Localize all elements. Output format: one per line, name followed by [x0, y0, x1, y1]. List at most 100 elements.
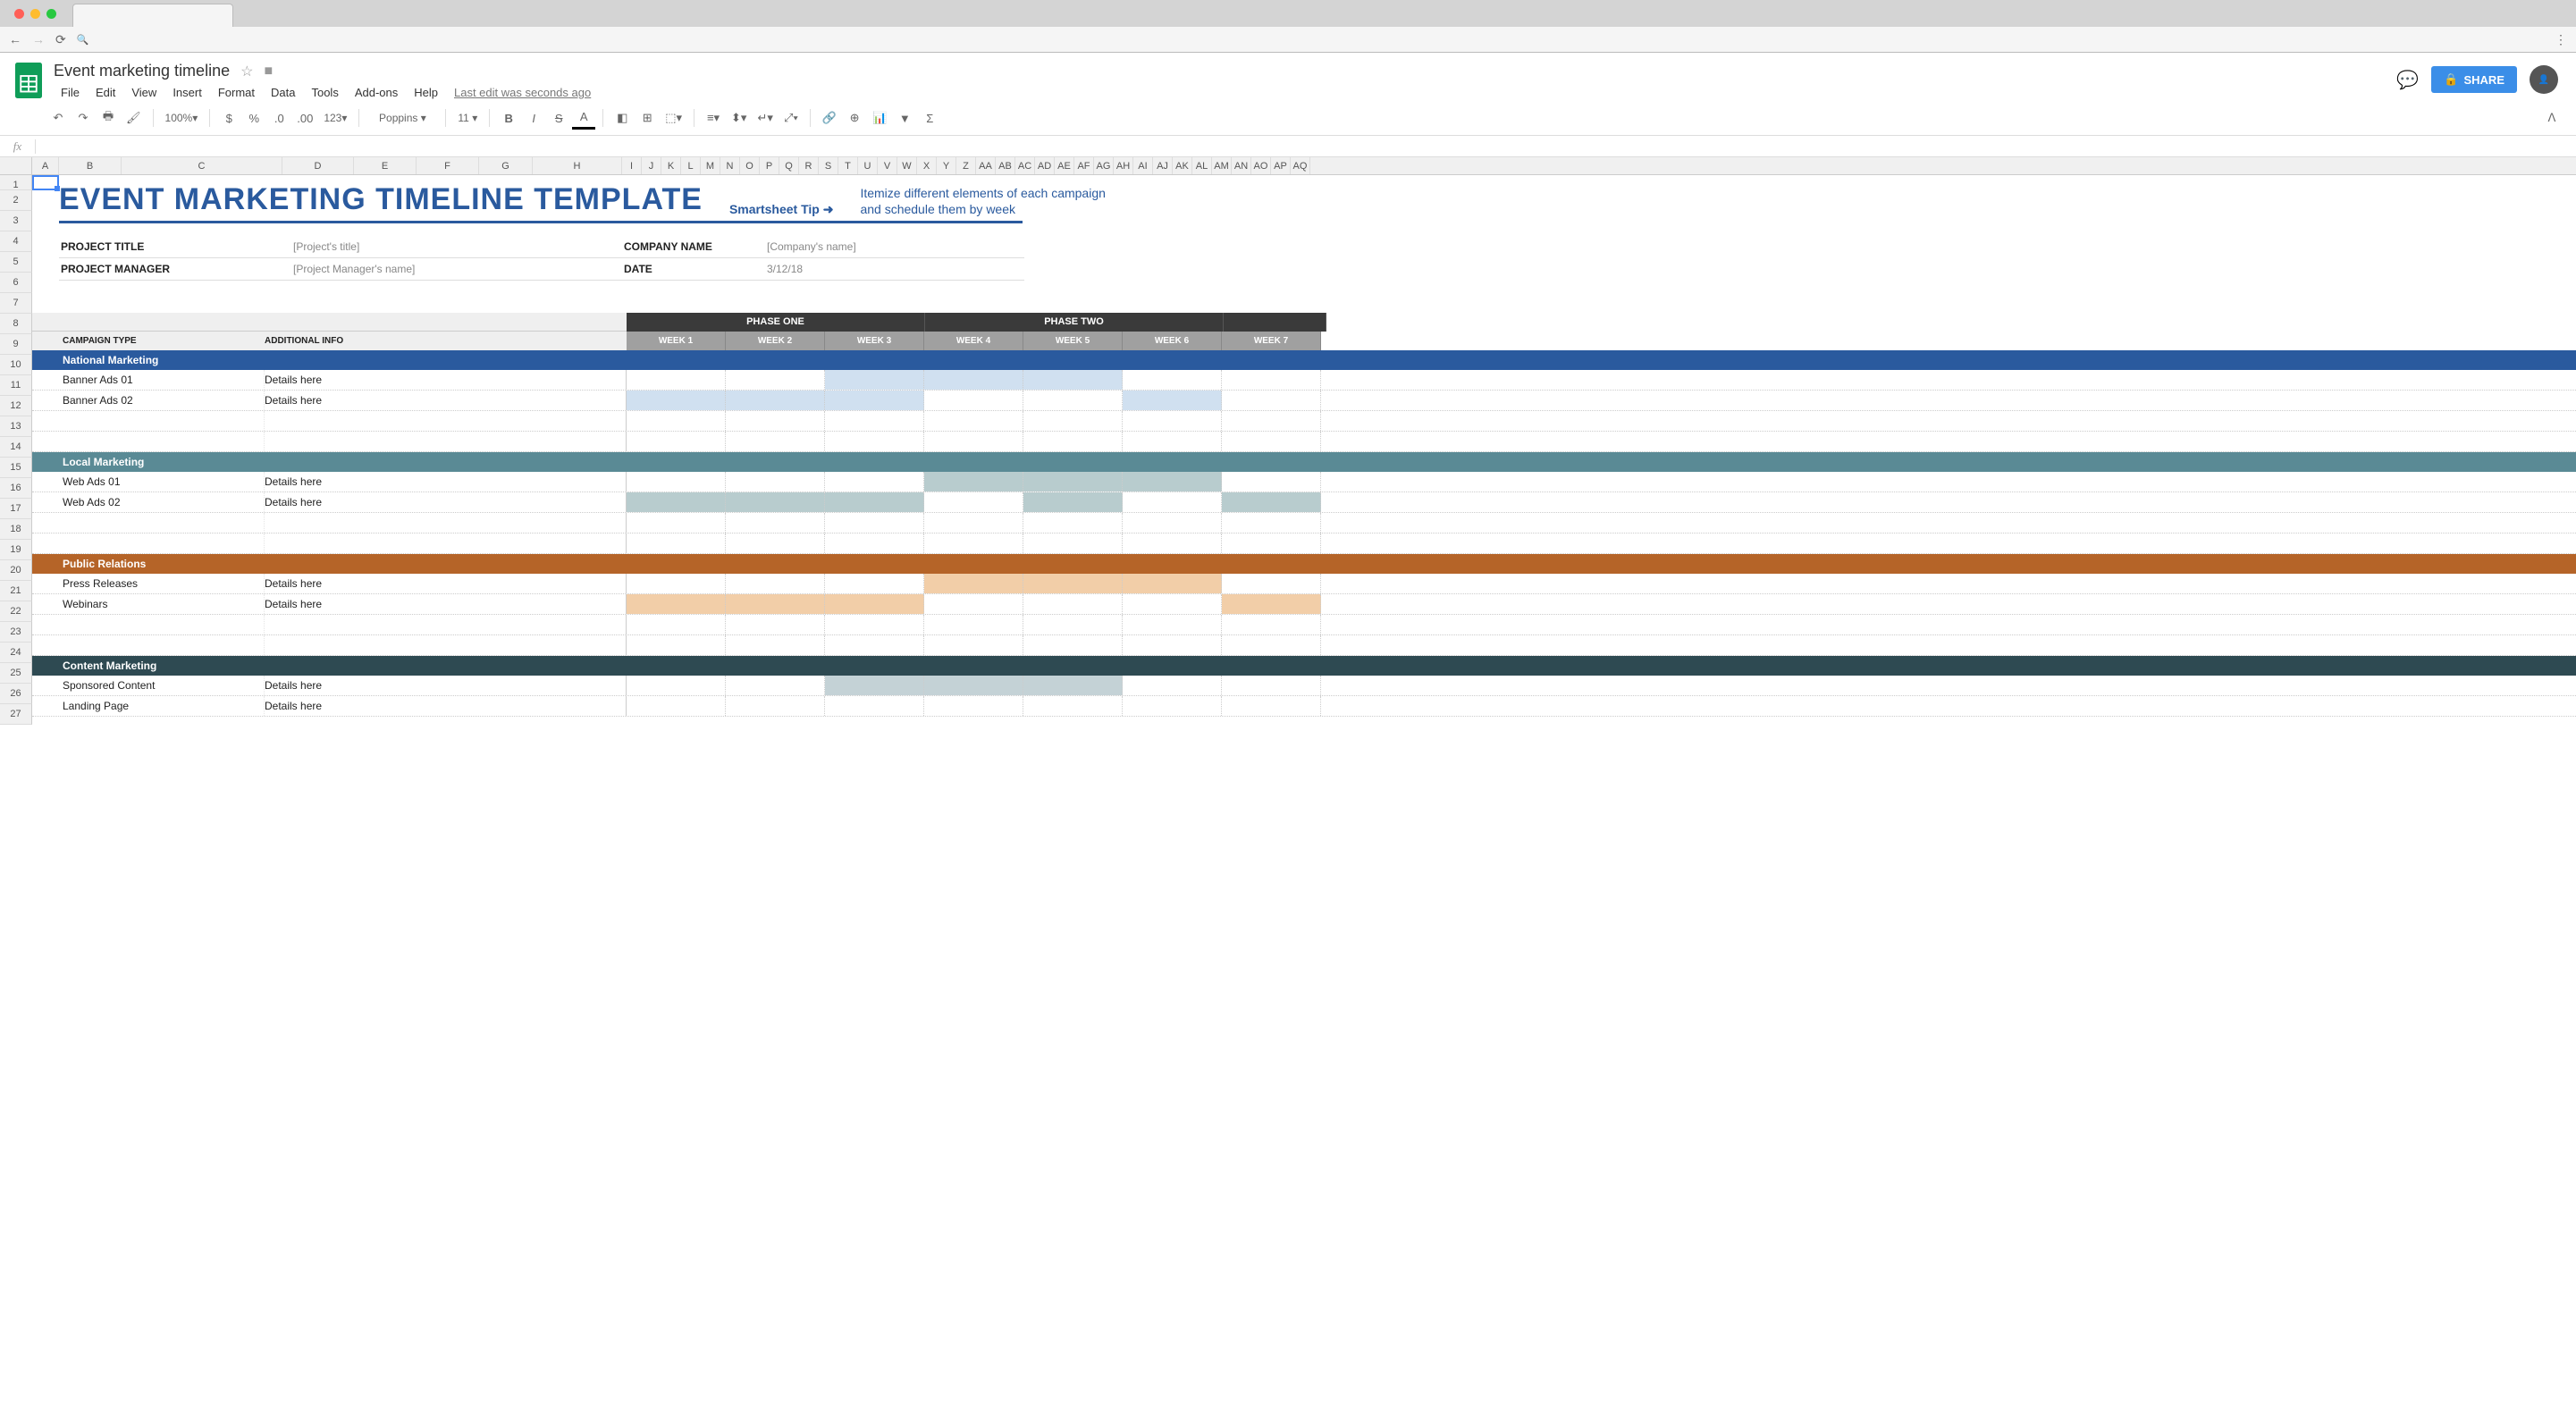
timeline-cell[interactable]	[726, 411, 825, 431]
timeline-cell[interactable]	[1123, 635, 1222, 655]
row-header[interactable]: 19	[0, 540, 32, 560]
row-header[interactable]: 25	[0, 663, 32, 684]
filter-icon[interactable]: ▼	[893, 106, 916, 130]
timeline-cell[interactable]	[1123, 594, 1222, 614]
row-header[interactable]: 1	[0, 175, 32, 190]
timeline-cell[interactable]	[924, 533, 1023, 553]
browser-menu-icon[interactable]: ⋮	[2555, 32, 2567, 47]
date-value[interactable]: 3/12/18	[765, 258, 1024, 281]
timeline-cell[interactable]	[1023, 432, 1123, 451]
increase-decimal-icon[interactable]: .00	[292, 106, 317, 130]
menu-insert[interactable]: Insert	[165, 82, 209, 103]
row-header[interactable]: 15	[0, 458, 32, 478]
column-header[interactable]: A	[32, 157, 59, 174]
timeline-cell[interactable]	[726, 370, 825, 390]
timeline-cell[interactable]	[1222, 370, 1321, 390]
timeline-cell[interactable]	[1222, 472, 1321, 491]
row-header[interactable]: 24	[0, 643, 32, 663]
timeline-cell[interactable]	[726, 533, 825, 553]
timeline-cell[interactable]	[1123, 676, 1222, 695]
timeline-cell[interactable]	[627, 411, 726, 431]
pm-value[interactable]: [Project Manager's name]	[291, 258, 622, 281]
campaign-info[interactable]: Details here	[265, 370, 627, 390]
column-header[interactable]: AQ	[1291, 157, 1310, 174]
column-header[interactable]: AI	[1133, 157, 1153, 174]
timeline-cell[interactable]	[627, 432, 726, 451]
campaign-info[interactable]	[265, 615, 627, 634]
campaign-name[interactable]	[32, 615, 265, 634]
strikethrough-icon[interactable]: S	[547, 106, 570, 130]
menu-view[interactable]: View	[124, 82, 164, 103]
text-wrap-icon[interactable]: ↵▾	[753, 106, 777, 130]
timeline-cell[interactable]	[1123, 492, 1222, 512]
currency-icon[interactable]: $	[217, 106, 240, 130]
row-header[interactable]: 11	[0, 375, 32, 396]
row-header[interactable]: 21	[0, 581, 32, 601]
timeline-cell[interactable]	[627, 574, 726, 593]
timeline-cell[interactable]	[1023, 391, 1123, 410]
campaign-info[interactable]	[265, 533, 627, 553]
timeline-cell[interactable]	[1023, 696, 1123, 716]
timeline-cell[interactable]	[1023, 472, 1123, 491]
column-header[interactable]: P	[760, 157, 779, 174]
decrease-decimal-icon[interactable]: .0	[267, 106, 290, 130]
timeline-cell[interactable]	[627, 696, 726, 716]
campaign-info[interactable]: Details here	[265, 492, 627, 512]
timeline-cell[interactable]	[627, 370, 726, 390]
column-header[interactable]: W	[897, 157, 917, 174]
column-header[interactable]: S	[819, 157, 838, 174]
table-row[interactable]: Web Ads 02Details here	[32, 492, 2576, 513]
menu-file[interactable]: File	[54, 82, 87, 103]
timeline-cell[interactable]	[924, 411, 1023, 431]
timeline-cell[interactable]	[1222, 411, 1321, 431]
timeline-cell[interactable]	[726, 635, 825, 655]
timeline-cell[interactable]	[1023, 492, 1123, 512]
timeline-cell[interactable]	[726, 676, 825, 695]
table-row[interactable]	[32, 615, 2576, 635]
back-icon[interactable]: ←	[9, 32, 21, 46]
timeline-cell[interactable]	[825, 533, 924, 553]
column-header[interactable]: I	[622, 157, 642, 174]
timeline-cell[interactable]	[1123, 391, 1222, 410]
campaign-name[interactable]: Webinars	[32, 594, 265, 614]
column-header[interactable]: O	[740, 157, 760, 174]
campaign-name[interactable]: Banner Ads 01	[32, 370, 265, 390]
column-header[interactable]: AA	[976, 157, 996, 174]
row-header[interactable]: 23	[0, 622, 32, 643]
sheets-logo-icon[interactable]	[13, 60, 45, 101]
timeline-cell[interactable]	[924, 432, 1023, 451]
column-header[interactable]: AD	[1035, 157, 1055, 174]
reload-icon[interactable]: ⟳	[55, 32, 66, 47]
avatar[interactable]: 👤	[2530, 65, 2558, 94]
timeline-cell[interactable]	[627, 513, 726, 533]
timeline-cell[interactable]	[1123, 615, 1222, 634]
column-header[interactable]: D	[282, 157, 354, 174]
column-header[interactable]: K	[661, 157, 681, 174]
number-format-dropdown[interactable]: 123 ▾	[319, 106, 351, 130]
table-row[interactable]	[32, 411, 2576, 432]
timeline-cell[interactable]	[825, 472, 924, 491]
timeline-cell[interactable]	[924, 513, 1023, 533]
column-header[interactable]: B	[59, 157, 122, 174]
redo-icon[interactable]: ↷	[72, 106, 95, 130]
timeline-cell[interactable]	[627, 594, 726, 614]
timeline-cell[interactable]	[726, 391, 825, 410]
row-header[interactable]: 12	[0, 396, 32, 416]
percent-icon[interactable]: %	[242, 106, 265, 130]
campaign-info[interactable]: Details here	[265, 696, 627, 716]
row-header[interactable]: 13	[0, 416, 32, 437]
timeline-cell[interactable]	[1222, 615, 1321, 634]
comments-icon[interactable]: 💬	[2396, 69, 2419, 91]
company-value[interactable]: [Company's name]	[765, 236, 1024, 258]
timeline-cell[interactable]	[1222, 513, 1321, 533]
timeline-cell[interactable]	[627, 676, 726, 695]
column-header[interactable]: AF	[1074, 157, 1094, 174]
column-header[interactable]: AB	[996, 157, 1015, 174]
column-header[interactable]: L	[681, 157, 701, 174]
collapse-toolbar-icon[interactable]: ᐱ	[2540, 106, 2563, 130]
column-header[interactable]: R	[799, 157, 819, 174]
share-button[interactable]: 🔒 SHARE	[2431, 66, 2517, 93]
font-size-dropdown[interactable]: 11 ▾	[453, 106, 482, 130]
merge-cells-icon[interactable]: ⬚▾	[661, 106, 686, 130]
column-header[interactable]: AC	[1015, 157, 1035, 174]
